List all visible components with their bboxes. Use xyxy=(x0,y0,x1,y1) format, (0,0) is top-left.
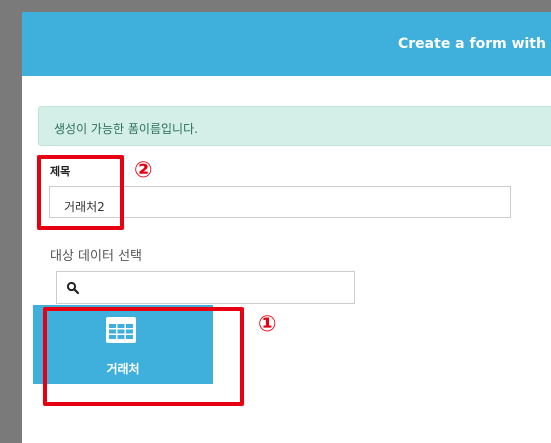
annotation-highlight-title xyxy=(37,155,124,230)
data-search-box[interactable] xyxy=(56,271,355,304)
dialog-header: Create a form with ex xyxy=(22,12,551,76)
annotation-marker-1: ① xyxy=(258,312,277,337)
annotation-marker-2: ② xyxy=(134,158,153,183)
alert-message: 생성이 가능한 폼이름입니다. xyxy=(54,122,198,136)
dialog-title: Create a form with ex xyxy=(398,36,551,52)
search-icon xyxy=(66,281,80,295)
success-alert: 생성이 가능한 폼이름입니다. xyxy=(38,106,551,146)
annotation-highlight-tile xyxy=(43,307,244,406)
search-input[interactable] xyxy=(85,276,349,300)
target-data-label: 대상 데이터 선택 xyxy=(50,249,142,264)
